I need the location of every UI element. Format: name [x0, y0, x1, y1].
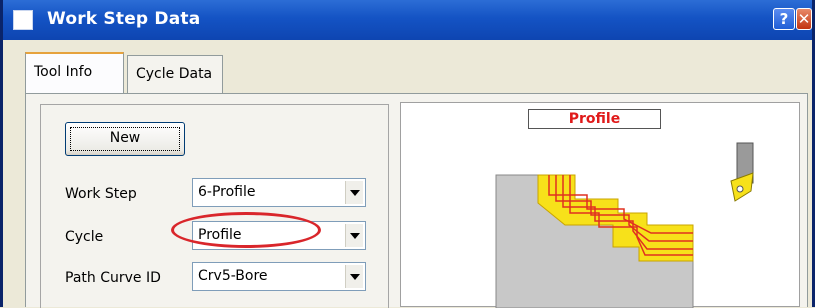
chevron-down-icon[interactable] — [345, 224, 363, 247]
cycle-value: Profile — [198, 227, 242, 243]
insert-screw — [736, 185, 744, 193]
cycle-preview: Profile — [400, 102, 800, 308]
chevron-down-icon[interactable] — [345, 181, 363, 204]
window-title: Work Step Data — [47, 9, 201, 29]
close-button[interactable]: ✕ — [796, 8, 812, 30]
path-curve-id-value: Crv5-Bore — [198, 268, 268, 284]
path-curve-id-dropdown[interactable]: Crv5-Bore — [192, 262, 366, 291]
work-step-value: 6-Profile — [198, 184, 256, 200]
cycle-dropdown[interactable]: Profile — [192, 221, 366, 250]
window-icon — [13, 10, 33, 30]
new-button-label: New — [109, 130, 141, 146]
work-step-dropdown[interactable]: 6-Profile — [192, 178, 366, 207]
profile-diagram — [495, 142, 754, 308]
help-button[interactable]: ? — [773, 8, 795, 30]
cycle-label: Cycle — [65, 229, 104, 245]
new-button[interactable]: New — [65, 122, 185, 156]
work-step-label: Work Step — [65, 186, 137, 202]
tab-cycle-data[interactable]: Cycle Data — [127, 55, 223, 93]
path-curve-id-label: Path Curve ID — [65, 270, 161, 286]
chevron-down-icon[interactable] — [345, 265, 363, 288]
title-bar[interactable]: Work Step Data ? ✕ — [3, 0, 812, 40]
tab-tool-info[interactable]: Tool Info — [25, 52, 124, 94]
work-step-data-window: Work Step Data ? ✕ Tool Info Cycle Data … — [0, 0, 815, 308]
